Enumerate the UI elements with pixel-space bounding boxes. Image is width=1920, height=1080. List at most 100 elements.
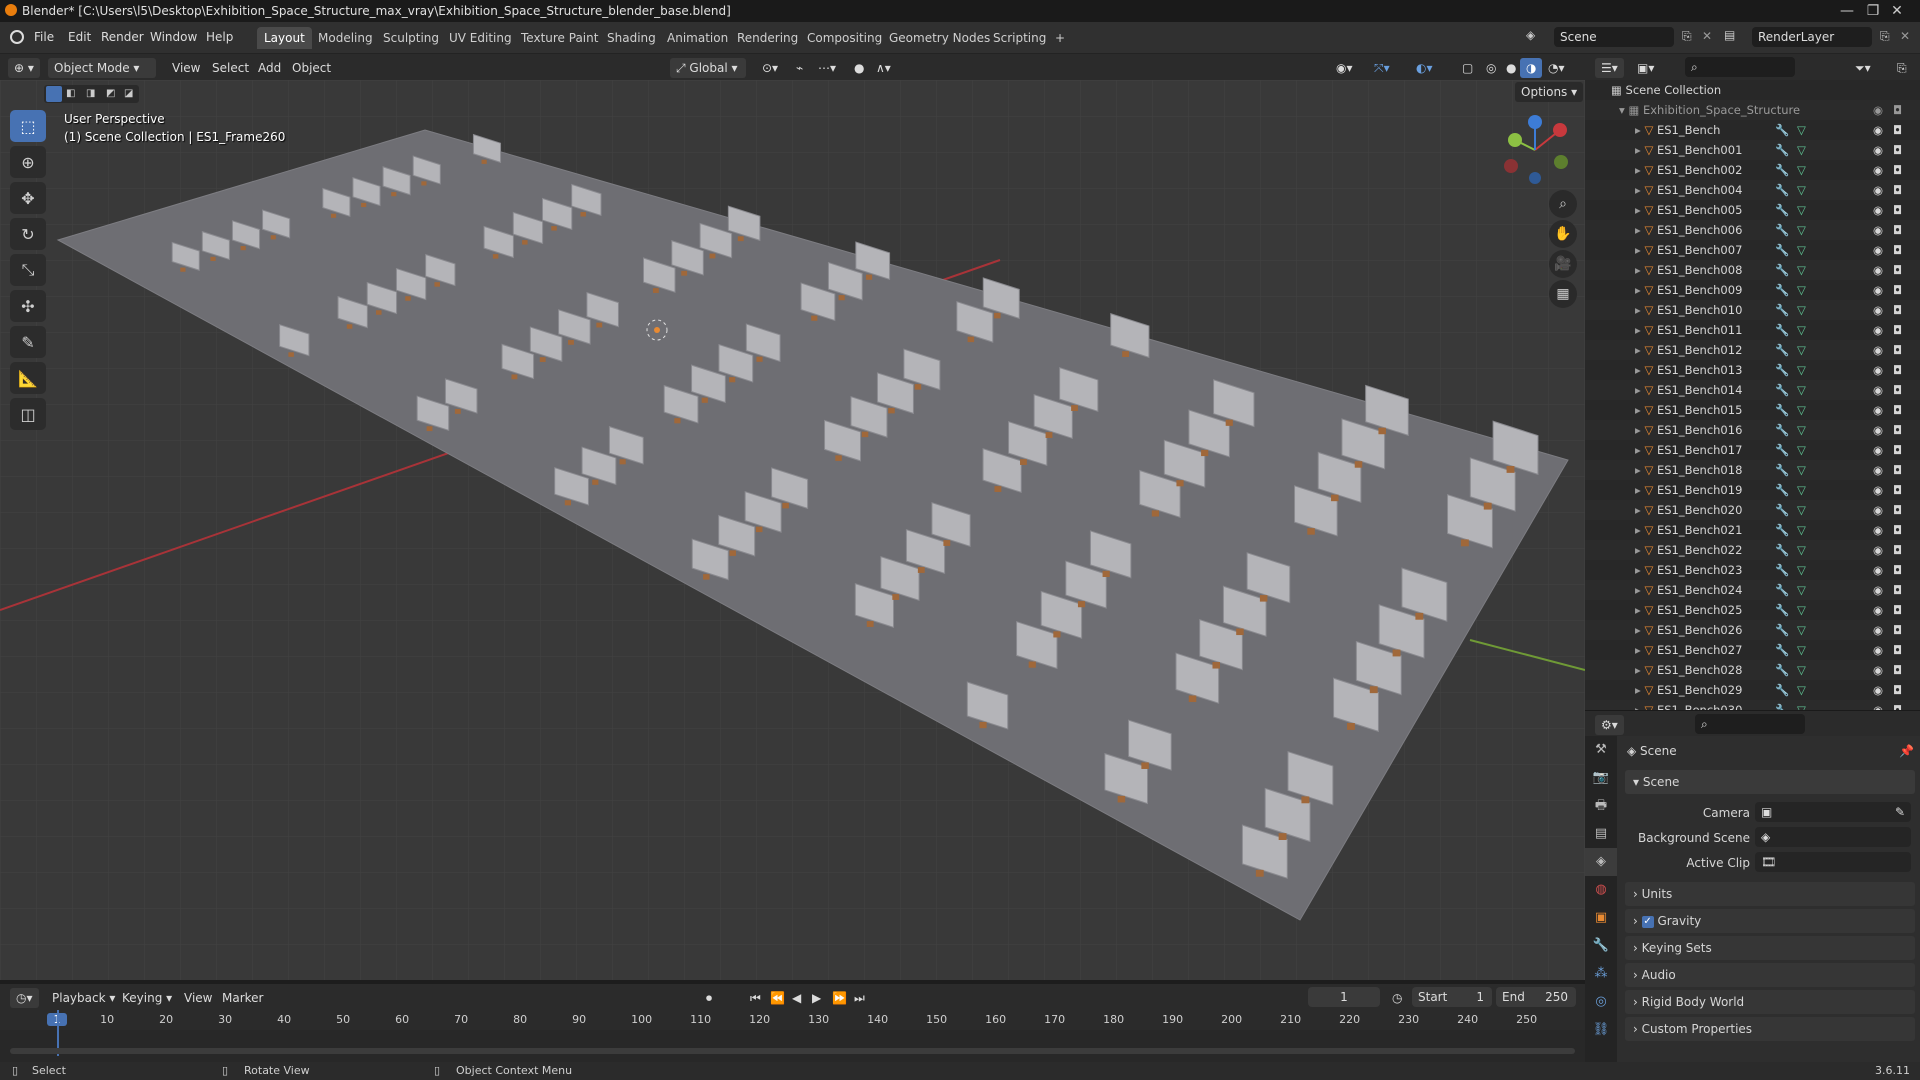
visibility-eye-icon[interactable]: ◉ [1873, 700, 1883, 710]
record-icon[interactable]: ⏺ [700, 988, 718, 1008]
visibility-eye-icon[interactable]: ◉ [1873, 120, 1883, 140]
render-camera-icon[interactable]: ◘ [1893, 600, 1902, 620]
outliner-item[interactable]: ▸ ▽ ES1_Bench013 🔧 ▽ ◉ ◘ [1585, 360, 1920, 380]
outliner-item[interactable]: ▸ ▽ ES1_Bench009 🔧 ▽ ◉ ◘ [1585, 280, 1920, 300]
visibility-eye-icon[interactable]: ◉ [1873, 100, 1883, 120]
tab-geometry-nodes[interactable]: Geometry Nodes [882, 27, 997, 49]
render-camera-icon[interactable]: ◘ [1893, 700, 1902, 710]
ortho-toggle-icon[interactable]: ▦ [1549, 280, 1577, 308]
visibility-eye-icon[interactable]: ◉ [1873, 660, 1883, 680]
outliner-editor-icon[interactable]: ☰▾ [1595, 58, 1624, 78]
tab-layout[interactable]: Layout [257, 27, 312, 49]
menu-playback[interactable]: Playback ▾ [46, 988, 121, 1008]
object-tab-icon[interactable]: ▣ [1585, 904, 1617, 932]
active-clip-field[interactable]: 🎞 [1755, 852, 1911, 872]
menu-render[interactable]: Render [101, 30, 144, 44]
options-dropdown[interactable]: Options ▾ [1515, 82, 1584, 102]
render-camera-icon[interactable]: ◘ [1893, 680, 1902, 700]
particles-tab-icon[interactable]: ⁂ [1585, 960, 1617, 988]
render-camera-icon[interactable]: ◘ [1893, 580, 1902, 600]
visibility-eye-icon[interactable]: ◉ [1873, 680, 1883, 700]
visibility-eye-icon[interactable]: ◉ [1873, 540, 1883, 560]
visibility-eye-icon[interactable]: ◉ [1873, 300, 1883, 320]
outliner-item[interactable]: ▸ ▽ ES1_Bench004 🔧 ▽ ◉ ◘ [1585, 180, 1920, 200]
outliner-item[interactable]: ▸ ▽ ES1_Bench005 🔧 ▽ ◉ ◘ [1585, 200, 1920, 220]
navigation-gizmo[interactable] [1495, 110, 1575, 190]
render-camera-icon[interactable]: ◘ [1893, 480, 1902, 500]
visibility-eye-icon[interactable]: ◉ [1873, 340, 1883, 360]
visibility-eye-icon[interactable]: ◉ [1873, 380, 1883, 400]
blender-menu-icon[interactable] [10, 30, 24, 44]
gizmo-toggle-icon[interactable]: ⤧▾ [1368, 58, 1396, 78]
gravity-checkbox[interactable]: ✓ [1641, 915, 1654, 928]
menu-window[interactable]: Window [150, 30, 197, 44]
render-camera-icon[interactable]: ◘ [1893, 200, 1902, 220]
renderlayer-selector[interactable]: RenderLayer [1752, 27, 1872, 47]
render-camera-icon[interactable]: ◘ [1893, 400, 1902, 420]
outliner-item[interactable]: ▸ ▽ ES1_Bench006 🔧 ▽ ◉ ◘ [1585, 220, 1920, 240]
select-subtract-icon[interactable]: ◨ [86, 88, 95, 99]
menu-object[interactable]: Object [286, 58, 337, 78]
render-camera-icon[interactable]: ◘ [1893, 280, 1902, 300]
scene-tab-icon[interactable]: ◈ [1585, 848, 1617, 876]
camera-field[interactable]: ▣ ✎ [1755, 802, 1911, 822]
annotate-tool-icon[interactable]: ✎ [10, 326, 46, 358]
timeline-scrollbar[interactable] [10, 1048, 1575, 1054]
render-camera-icon[interactable]: ◘ [1893, 180, 1902, 200]
new-layer-icon[interactable]: ⎘ [1880, 29, 1890, 44]
view-layer-tab-icon[interactable]: ▤ [1585, 820, 1617, 848]
rigid-body-world-panel[interactable]: › Rigid Body World [1625, 990, 1915, 1014]
render-camera-icon[interactable]: ◘ [1893, 640, 1902, 660]
visibility-eye-icon[interactable]: ◉ [1873, 220, 1883, 240]
exhibition-collection-row[interactable]: ▾ ▦ Exhibition_Space_Structure ◉ ◘ [1585, 100, 1920, 120]
start-frame-field[interactable]: Start 1 [1412, 987, 1492, 1007]
outliner-item[interactable]: ▸ ▽ ES1_Bench014 🔧 ▽ ◉ ◘ [1585, 380, 1920, 400]
outliner-item[interactable]: ▸ ▽ ES1_Bench023 🔧 ▽ ◉ ◘ [1585, 560, 1920, 580]
measure-tool-icon[interactable]: 📐 [10, 362, 46, 394]
jump-end-icon[interactable]: ⏭ [848, 988, 871, 1008]
outliner-item[interactable]: ▸ ▽ ES1_Bench015 🔧 ▽ ◉ ◘ [1585, 400, 1920, 420]
select-extend-icon[interactable]: ◧ [66, 88, 75, 99]
render-camera-icon[interactable]: ◘ [1893, 300, 1902, 320]
outliner-item[interactable]: ▸ ▽ ES1_Bench029 🔧 ▽ ◉ ◘ [1585, 680, 1920, 700]
close-button[interactable]: ✕ [1874, 0, 1920, 22]
outliner-item[interactable]: ▸ ▽ ES1_Bench030 🔧 ▽ ◉ ◘ [1585, 700, 1920, 710]
delete-scene-icon[interactable]: ✕ [1702, 29, 1712, 43]
rotate-tool-icon[interactable]: ↻ [10, 218, 46, 250]
visibility-eye-icon[interactable]: ◉ [1873, 320, 1883, 340]
material-shading-icon[interactable]: ◑ [1520, 58, 1543, 78]
tab-shading[interactable]: Shading [600, 27, 663, 49]
visibility-eye-icon[interactable]: ◉ [1873, 640, 1883, 660]
render-camera-icon[interactable]: ◘ [1893, 420, 1902, 440]
add-workspace-button[interactable]: + [1048, 27, 1072, 49]
visibility-eye-icon[interactable]: ◉ [1873, 460, 1883, 480]
render-camera-icon[interactable]: ◘ [1893, 340, 1902, 360]
outliner-item[interactable]: ▸ ▽ ES1_Bench026 🔧 ▽ ◉ ◘ [1585, 620, 1920, 640]
properties-search[interactable]: ⌕ [1695, 714, 1805, 734]
render-camera-icon[interactable]: ◘ [1893, 100, 1902, 120]
visibility-eye-icon[interactable]: ◉ [1873, 400, 1883, 420]
outliner-item[interactable]: ▸ ▽ ES1_Bench007 🔧 ▽ ◉ ◘ [1585, 240, 1920, 260]
outliner-item[interactable]: ▸ ▽ ES1_Bench017 🔧 ▽ ◉ ◘ [1585, 440, 1920, 460]
render-camera-icon[interactable]: ◘ [1893, 660, 1902, 680]
outliner-item[interactable]: ▸ ▽ ES1_Bench010 🔧 ▽ ◉ ◘ [1585, 300, 1920, 320]
overlay-toggle-icon[interactable]: ◐▾ [1410, 58, 1439, 78]
visibility-eye-icon[interactable]: ◉ [1873, 500, 1883, 520]
add-cube-tool-icon[interactable]: ◫ [10, 398, 46, 430]
play-reverse-icon[interactable]: ◀ [786, 988, 807, 1008]
visibility-eye-icon[interactable]: ◉ [1873, 620, 1883, 640]
menu-help[interactable]: Help [206, 30, 233, 44]
output-tab-icon[interactable]: 🖶 [1585, 792, 1617, 820]
pivot-icon[interactable]: ⊙▾ [756, 58, 784, 78]
custom-properties-panel[interactable]: › Custom Properties [1625, 1017, 1915, 1041]
world-tab-icon[interactable]: ◍ [1585, 876, 1617, 904]
visibility-eye-icon[interactable]: ◉ [1873, 360, 1883, 380]
menu-marker[interactable]: Marker [216, 988, 269, 1008]
3d-viewport[interactable]: ◧ ◨ ◩ ◪ User Perspective (1) Scene Colle… [0, 80, 1585, 980]
select-box-tool-icon[interactable]: ⬚ [10, 110, 46, 142]
menu-select[interactable]: Select [206, 58, 255, 78]
render-camera-icon[interactable]: ◘ [1893, 120, 1902, 140]
physics-tab-icon[interactable]: ◎ [1585, 988, 1617, 1016]
transform-orientation-dropdown[interactable]: ⤢ Global ▾ [670, 58, 746, 78]
render-camera-icon[interactable]: ◘ [1893, 240, 1902, 260]
